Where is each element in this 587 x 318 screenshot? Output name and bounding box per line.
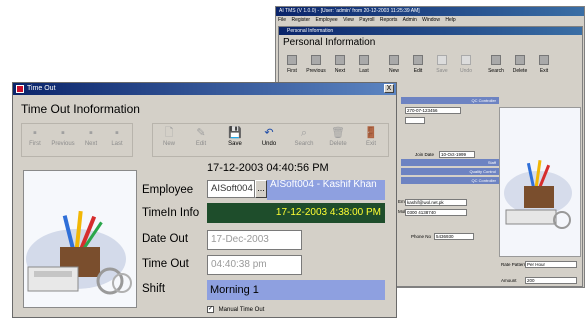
dialog-title: Time Out [27, 85, 56, 92]
bg-last-button[interactable]: Last [353, 53, 375, 79]
bg-strip-qc2: QC Controller [401, 177, 499, 184]
bg-phone-label: Phone No [411, 234, 432, 239]
bg-strip-quality: Quality Control [401, 168, 499, 175]
bg-first-button[interactable]: First [281, 53, 303, 79]
search-button[interactable]: ⌕ Search [289, 125, 319, 155]
timeout-label: Time Out [142, 258, 189, 270]
save-button[interactable]: 💾 Save [221, 125, 249, 155]
current-datetime: 17-12-2003 04:40:56 PM [207, 162, 329, 174]
exit-door-icon: 🚪 [364, 127, 378, 139]
menu-reports[interactable]: Reports [380, 17, 398, 23]
next-icon [335, 55, 345, 65]
bg-phone-field[interactable]: 5436930 [434, 233, 474, 240]
delete-button[interactable]: 🗑 Delete [323, 125, 353, 155]
dateout-label: Date Out [142, 233, 189, 245]
desk-items-illustration [500, 108, 580, 256]
desk-items-illustration [24, 171, 136, 307]
bg-previous-button[interactable]: Previous [305, 53, 327, 79]
employee-photo [23, 170, 137, 308]
bg-email-field[interactable]: kashif@wol.net.pk [405, 199, 467, 206]
first-icon: ▪ [33, 127, 37, 139]
employee-browse-button[interactable]: ... [255, 180, 267, 198]
first-icon [287, 55, 297, 65]
first-button[interactable]: ▪ First [23, 125, 47, 155]
bg-amount-label: Amount [501, 278, 517, 283]
menu-admin[interactable]: Admin [403, 17, 417, 23]
edit-button[interactable]: ✎ Edit [187, 125, 215, 155]
new-button[interactable]: 🗋 New [155, 125, 183, 155]
timeout-field[interactable]: 04:40:38 pm [207, 255, 302, 275]
employee-code-field[interactable]: AISoft004 [207, 180, 255, 198]
previous-button[interactable]: ▪ Previous [49, 125, 77, 155]
edit-icon [413, 55, 423, 65]
dateout-field[interactable]: 17-Dec-2003 [207, 230, 302, 250]
menu-register[interactable]: Register [291, 17, 310, 23]
dialog-title-bar: Time Out X [13, 83, 396, 95]
menu-file[interactable]: File [278, 17, 286, 23]
previous-icon [311, 55, 321, 65]
bg-strip-staff: Staff [401, 159, 499, 166]
last-icon: ▪ [115, 127, 119, 139]
edit-icon: ✎ [196, 127, 206, 139]
bg-next-button[interactable]: Next [329, 53, 351, 79]
dialog-heading: Time Out Inoformation [21, 102, 140, 116]
bg-save-button[interactable]: Save [431, 53, 453, 79]
manual-timeout-checkbox[interactable]: ✓ Manual Time Out [207, 306, 264, 313]
last-button[interactable]: ▪ Last [105, 125, 129, 155]
new-icon [389, 55, 399, 65]
timein-value-field: 17-12-2003 4:38:00 PM [207, 203, 385, 223]
personal-information-title: Personal Information [279, 27, 582, 35]
background-menu-bar: File Register Employee View Payroll Repo… [276, 16, 584, 24]
exit-button[interactable]: 🚪 Exit [357, 125, 385, 155]
new-document-icon: 🗋 [164, 127, 174, 139]
employee-photo-secondary [499, 107, 581, 257]
menu-window[interactable]: Window [422, 17, 440, 23]
next-button[interactable]: ▪ Next [79, 125, 103, 155]
employee-label: Employee [142, 184, 194, 196]
next-icon: ▪ [89, 127, 93, 139]
delete-icon: 🗑 [331, 127, 345, 139]
bg-undo-button[interactable]: Undo [455, 53, 477, 79]
undo-button[interactable]: ↶ Undo [255, 125, 283, 155]
bg-exit-button[interactable]: Exit [533, 53, 555, 79]
shift-label: Shift [142, 283, 166, 295]
bg-join-date-label: Join Date [415, 152, 435, 157]
bg-new-button[interactable]: New [383, 53, 405, 79]
app-icon [16, 85, 24, 93]
bg-edit-button[interactable]: Edit [407, 53, 429, 79]
menu-payroll[interactable]: Payroll [359, 17, 374, 23]
search-icon [491, 55, 501, 65]
bg-field-blank[interactable] [405, 117, 425, 124]
menu-help[interactable]: Help [445, 17, 455, 23]
last-icon [359, 55, 369, 65]
bg-code-field[interactable]: 270-07-123456 [405, 107, 461, 114]
shift-field: Morning 1 [207, 280, 385, 300]
save-icon [437, 55, 447, 65]
close-button[interactable]: X [384, 84, 394, 93]
bg-strip-qc: QC Controller [401, 97, 499, 104]
background-app-title: AI TMS (V 1.0.0) - [User: 'admin' from 2… [276, 7, 584, 16]
bg-join-date-field[interactable]: 10-Oct-1999 [439, 151, 475, 158]
menu-view[interactable]: View [343, 17, 354, 23]
bg-rate-pattern-label: Rate Pattern [501, 262, 527, 267]
timein-label: TimeIn Info [142, 207, 200, 219]
manual-timeout-label: Manual Time Out [218, 307, 265, 314]
exit-icon [539, 55, 549, 65]
bg-search-button[interactable]: Search [485, 53, 507, 79]
bg-mobile-field[interactable]: 0300 4138740 [405, 209, 467, 216]
previous-icon: ▪ [61, 127, 65, 139]
checkbox-check-icon[interactable]: ✓ [207, 306, 214, 313]
undo-icon [461, 55, 471, 65]
bg-rate-pattern-select[interactable]: Per Hour [525, 261, 577, 268]
employee-name-field: AISoft004 - Kashif Khan [267, 180, 385, 200]
time-out-dialog: Time Out X Time Out Inoformation ▪ First … [12, 82, 397, 318]
save-disk-icon: 💾 [228, 127, 242, 139]
delete-icon [515, 55, 525, 65]
bg-delete-button[interactable]: Delete [509, 53, 531, 79]
personal-information-heading: Personal Information [283, 37, 376, 48]
bg-amount-field[interactable]: 200 [525, 277, 577, 284]
menu-employee[interactable]: Employee [315, 17, 337, 23]
undo-icon: ↶ [264, 127, 274, 139]
search-icon: ⌕ [300, 127, 308, 139]
